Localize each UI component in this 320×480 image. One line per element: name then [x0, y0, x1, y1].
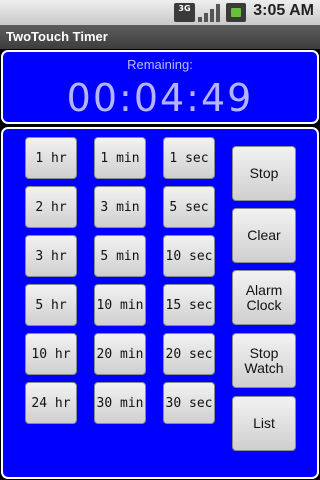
timer-panel: Remaining: 00:04:49 [1, 50, 319, 124]
clear-button[interactable]: Clear [232, 208, 296, 263]
add-1-hr-button[interactable]: 1 hr [25, 137, 77, 179]
add-15-sec-button[interactable]: 15 sec [163, 284, 215, 326]
stop-watch-button[interactable]: Stop Watch [232, 333, 296, 388]
add-2-hr-button[interactable]: 2 hr [25, 186, 77, 228]
status-time: 3:05 AM [253, 2, 314, 19]
add-1-min-button[interactable]: 1 min [94, 137, 146, 179]
network-3g-icon: 3G [174, 3, 195, 22]
add-30-min-button[interactable]: 30 min [94, 382, 146, 424]
add-3-min-button[interactable]: 3 min [94, 186, 146, 228]
stop-button[interactable]: Stop [232, 146, 296, 201]
timer-display: 00:04:49 [66, 76, 254, 120]
remaining-label: Remaining: [127, 57, 193, 72]
add-10-sec-button[interactable]: 10 sec [163, 235, 215, 277]
add-5-sec-button[interactable]: 5 sec [163, 186, 215, 228]
add-20-min-button[interactable]: 20 min [94, 333, 146, 375]
alarm-clock-button[interactable]: Alarm Clock [232, 270, 296, 325]
add-5-min-button[interactable]: 5 min [94, 235, 146, 277]
app-title: TwoTouch Timer [0, 25, 320, 49]
add-24-hr-button[interactable]: 24 hr [25, 382, 77, 424]
battery-icon [226, 3, 246, 22]
status-bar: 3G 3:05 AM [0, 0, 320, 25]
add-20-sec-button[interactable]: 20 sec [163, 333, 215, 375]
add-10-hr-button[interactable]: 10 hr [25, 333, 77, 375]
signal-icon [198, 3, 220, 22]
controls-panel: 1 hr 2 hr 3 hr 5 hr 10 hr 24 hr 1 min 3 … [1, 127, 319, 479]
list-button[interactable]: List [232, 396, 296, 451]
add-10-min-button[interactable]: 10 min [94, 284, 146, 326]
add-30-sec-button[interactable]: 30 sec [163, 382, 215, 424]
add-5-hr-button[interactable]: 5 hr [25, 284, 77, 326]
add-3-hr-button[interactable]: 3 hr [25, 235, 77, 277]
add-1-sec-button[interactable]: 1 sec [163, 137, 215, 179]
